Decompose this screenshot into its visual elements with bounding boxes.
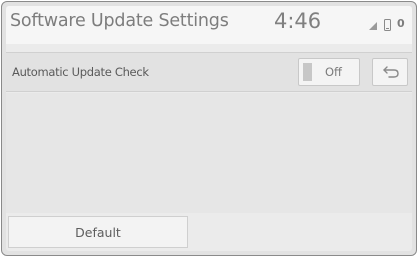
clock: 4:46 (274, 9, 322, 33)
settings-screen: Software Update Settings 4:46 0 Automati… (6, 6, 412, 251)
automatic-update-check-label: Automatic Update Check (12, 65, 149, 79)
header-bar: Software Update Settings 4:46 0 (6, 6, 412, 44)
default-button-label: Default (75, 225, 121, 240)
phone-icon (384, 19, 391, 31)
automatic-update-check-row: Automatic Update Check Off (6, 52, 412, 92)
automatic-update-check-toggle[interactable]: Off (298, 58, 360, 86)
back-arrow-icon (383, 66, 399, 78)
settings-list-area (6, 93, 412, 213)
status-icons: 0 (369, 17, 409, 33)
toggle-indicator (303, 63, 312, 81)
message-count: 0 (397, 17, 405, 30)
back-button[interactable] (372, 58, 408, 86)
toggle-value: Off (325, 65, 342, 79)
signal-icon (369, 22, 377, 30)
page-title: Software Update Settings (10, 11, 229, 31)
display-frame: Software Update Settings 4:46 0 Automati… (1, 1, 417, 256)
default-button[interactable]: Default (8, 216, 188, 248)
